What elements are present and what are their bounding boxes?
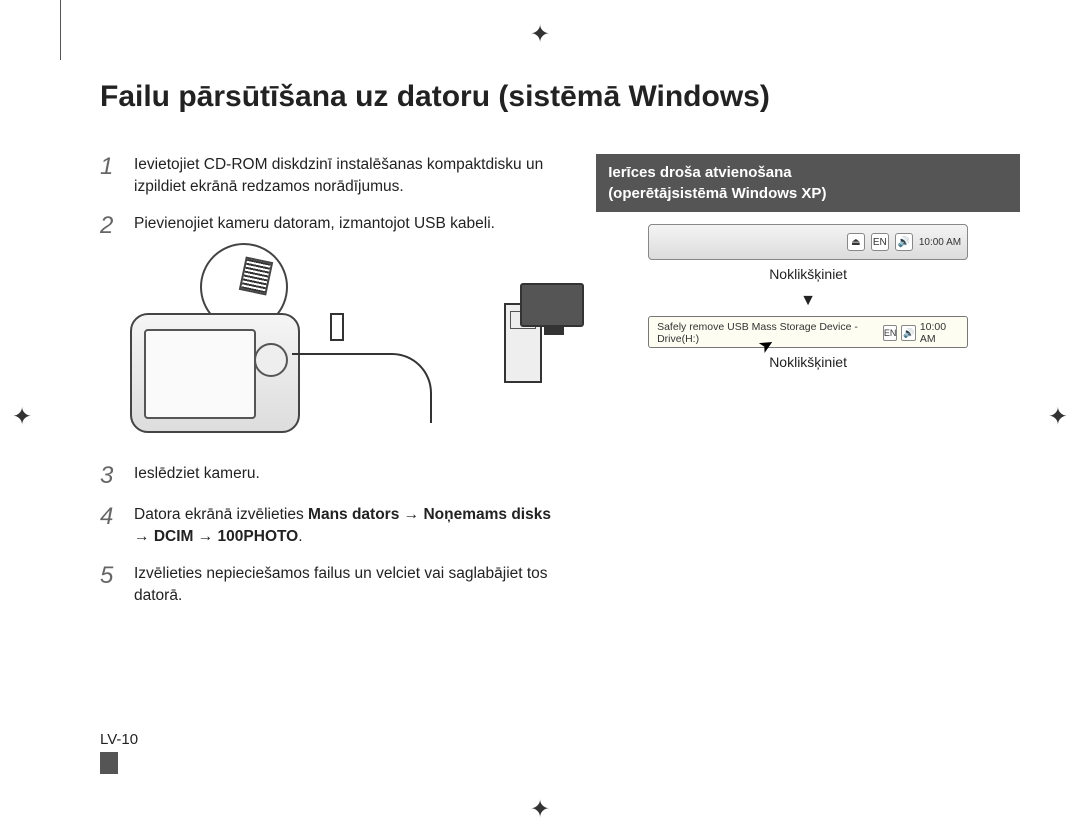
text: Datora ekrānā izvēlieties	[134, 506, 308, 523]
camera-connection-illustration	[130, 253, 566, 443]
click-caption: Noklikšķiniet	[596, 266, 1020, 282]
path-part: DCIM	[154, 528, 194, 545]
sd-card-icon	[239, 257, 273, 296]
step-text: Datora ekrānā izvēlieties Mans dators → …	[134, 504, 566, 549]
tray-time: 10:00 AM	[920, 321, 959, 345]
usb-cable-icon	[292, 353, 432, 423]
heading-line: Ierīces droša atvienošana	[608, 164, 791, 181]
heading-line: (operētājsistēmā Windows XP)	[608, 185, 826, 202]
info-box-heading: Ierīces droša atvienošana (operētājsistē…	[596, 154, 1020, 212]
step-4: 4 Datora ekrānā izvēlieties Mans dators …	[100, 504, 566, 549]
registration-mark-icon: ✦	[530, 20, 550, 49]
step-2: 2 Pievienojiet kameru datoram, izmantojo…	[100, 213, 566, 239]
page-number: LV-10	[100, 731, 138, 774]
step-number: 3	[100, 463, 122, 489]
step-text: Ievietojiet CD-ROM diskdzinī instalēšana…	[134, 154, 566, 199]
step-number: 2	[100, 213, 122, 239]
page-content: Failu pārsūtīšana uz datoru (sistēmā Win…	[100, 80, 1020, 774]
page-title: Failu pārsūtīšana uz datoru (sistēmā Win…	[100, 80, 1020, 114]
step-number: 5	[100, 563, 122, 608]
step-3: 3 Ieslēdziet kameru.	[100, 463, 566, 489]
path-part: Noņemams disks	[423, 506, 551, 523]
tray-sound-icon: 🔊	[895, 233, 913, 251]
click-caption: Noklikšķiniet	[596, 354, 1020, 370]
camera-screen-icon	[144, 329, 256, 419]
step-5: 5 Izvēlieties nepieciešamos failus un ve…	[100, 563, 566, 608]
tray-lang-icon: EN	[871, 233, 889, 251]
camera-dpad-icon	[254, 343, 288, 377]
step-1: 1 Ievietojiet CD-ROM diskdzinī instalēša…	[100, 154, 566, 199]
sidebar-column: Ierīces droša atvienošana (operētājsistē…	[596, 154, 1020, 622]
taskbar-screenshot: ⏏ EN 🔊 10:00 AM	[648, 224, 968, 260]
tray-remove-icon: ⏏	[847, 233, 865, 251]
page-number-text: LV-10	[100, 731, 138, 748]
registration-mark-icon: ✦	[12, 403, 32, 432]
safely-remove-balloon: Safely remove USB Mass Storage Device - …	[648, 316, 968, 348]
tray-sound-icon: 🔊	[901, 325, 915, 341]
step-text: Pievienojiet kameru datoram, izmantojot …	[134, 213, 495, 239]
path-part: Mans dators	[308, 506, 399, 523]
tray-lang-icon: EN	[883, 325, 898, 341]
step-number: 1	[100, 154, 122, 199]
monitor-icon	[520, 283, 584, 327]
steps-column: 1 Ievietojiet CD-ROM diskdzinī instalēša…	[100, 154, 566, 622]
page-number-bar	[100, 752, 118, 774]
arrow-text: →	[134, 528, 154, 545]
path-part: 100PHOTO	[218, 528, 299, 545]
camera-icon	[130, 313, 300, 433]
tray-time: 10:00 AM	[919, 237, 961, 248]
step-text: Izvēlieties nepieciešamos failus un velc…	[134, 563, 566, 608]
registration-mark-icon: ✦	[530, 795, 550, 824]
arrow-text: →	[399, 506, 423, 523]
text: .	[298, 528, 302, 545]
step-number: 4	[100, 504, 122, 549]
arrow-text: →	[193, 528, 217, 545]
down-arrow-icon: ▼	[596, 292, 1020, 310]
usb-plug-icon	[330, 313, 344, 341]
registration-mark-icon: ✦	[1048, 403, 1068, 432]
step-text: Ieslēdziet kameru.	[134, 463, 260, 489]
crop-mark	[60, 0, 61, 60]
